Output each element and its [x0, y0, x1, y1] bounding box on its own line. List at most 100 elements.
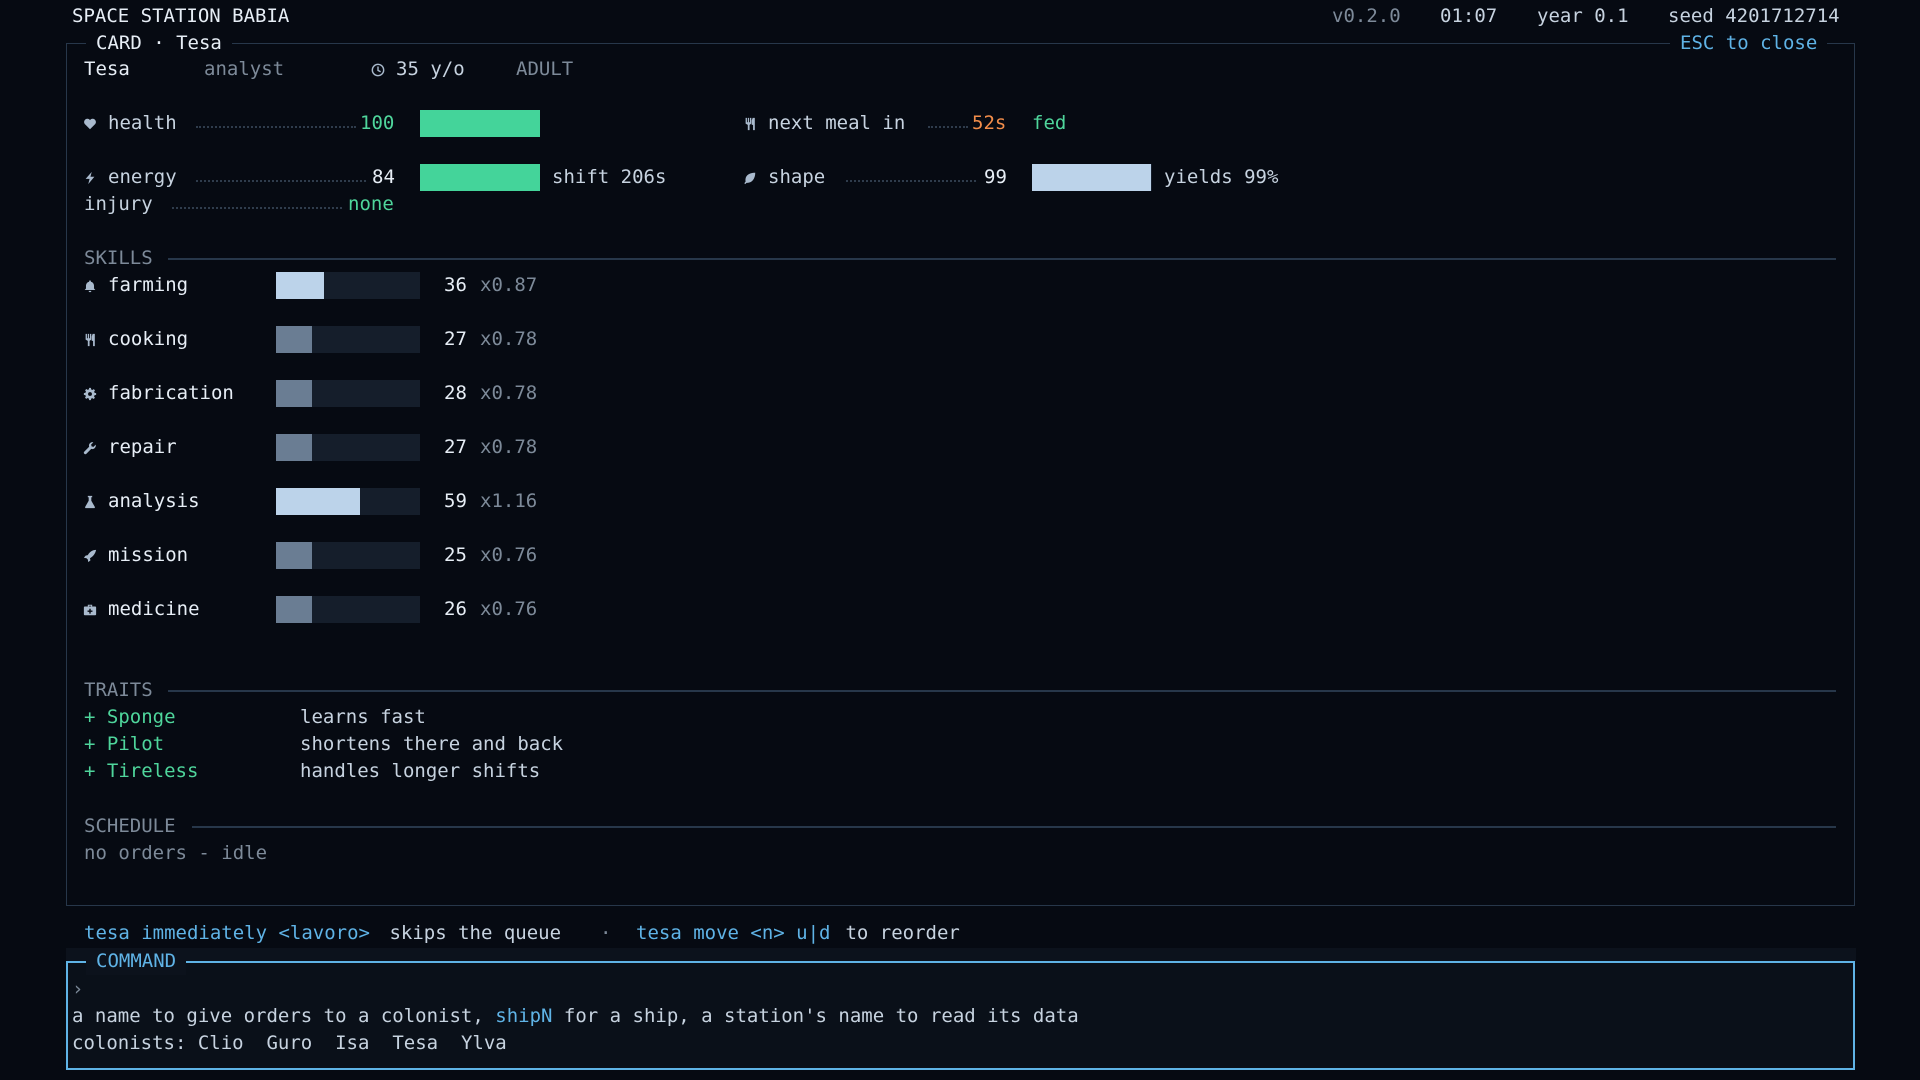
- yields-note: yields 99%: [1164, 166, 1279, 188]
- energy-value: 84: [372, 166, 395, 188]
- skill-value: 27: [444, 436, 467, 458]
- year-label: year 0.1: [1537, 5, 1629, 27]
- command-prompt[interactable]: ›: [72, 976, 83, 1003]
- command-help-post: for a ship, a station's name to read its…: [552, 1005, 1079, 1027]
- command-strip: [66, 948, 1856, 962]
- leaf-icon: [741, 169, 759, 187]
- shift-note: shift 206s: [552, 166, 667, 188]
- colonist-name-guro[interactable]: Guro: [255, 1032, 324, 1054]
- fork-knife-icon: [741, 115, 759, 133]
- close-hint[interactable]: ESC to close: [1670, 30, 1828, 57]
- meal-status: fed: [1032, 112, 1067, 134]
- skill-bar: [276, 488, 420, 515]
- skill-name: medicine: [108, 598, 200, 620]
- skill-value: 27: [444, 328, 467, 350]
- skill-bar: [276, 434, 420, 461]
- command-title: COMMAND: [86, 948, 187, 975]
- health-bar: [420, 110, 540, 137]
- skill-bar: [276, 326, 420, 353]
- app-title: SPACE STATION BABIA: [72, 5, 290, 27]
- shape-label: shape: [768, 166, 826, 188]
- hint-command-immediately: tesa immediately <lavoro>: [84, 922, 370, 944]
- shape-bar: [1032, 164, 1152, 191]
- energy-label: energy: [108, 166, 177, 188]
- skill-multiplier: x0.76: [480, 544, 538, 566]
- rocket-icon: [81, 547, 99, 565]
- clock-label: 01:07: [1440, 5, 1498, 27]
- dot-leader: [846, 180, 976, 182]
- card-title: CARD · Tesa: [86, 30, 232, 57]
- skill-name: repair: [108, 436, 177, 458]
- hint-separator: ·: [600, 922, 612, 944]
- colonist-name-ylva[interactable]: Ylva: [450, 1032, 519, 1054]
- top-bar: SPACE STATION BABIA v0.2.0 01:07 year 0.…: [0, 0, 1920, 33]
- skill-bar-fill: [276, 326, 312, 353]
- clock-icon: [369, 61, 387, 79]
- hint-command-move: tesa move <n> u|d: [636, 922, 831, 944]
- skill-multiplier: x1.16: [480, 490, 538, 512]
- colonist-name-tesa[interactable]: Tesa: [381, 1032, 450, 1054]
- skill-multiplier: x0.78: [480, 328, 538, 350]
- dot-leader: [172, 207, 342, 209]
- energy-bar-fill: [420, 164, 540, 191]
- skill-name: cooking: [108, 328, 189, 350]
- health-bar-fill: [420, 110, 540, 137]
- traits-heading: TRAITS: [84, 679, 153, 701]
- flask-icon: [81, 493, 99, 511]
- meal-value: 52s: [972, 112, 1007, 134]
- skill-name: fabrication: [108, 382, 234, 404]
- skill-multiplier: x0.87: [480, 274, 538, 296]
- skill-multiplier: x0.78: [480, 382, 538, 404]
- skill-value: 28: [444, 382, 467, 404]
- dot-leader: [196, 126, 356, 128]
- skill-bar-fill: [276, 434, 312, 461]
- energy-bar: [420, 164, 540, 191]
- bell-icon: [81, 277, 99, 295]
- skill-name: farming: [108, 274, 189, 296]
- wrench-icon: [81, 439, 99, 457]
- shape-bar-fill: [1032, 164, 1151, 191]
- gear-icon: [81, 385, 99, 403]
- trait-description: learns fast: [300, 706, 426, 728]
- colonists-label: colonists:: [72, 1032, 187, 1054]
- schedule-divider: [192, 826, 1836, 828]
- medkit-icon: [81, 601, 99, 619]
- version-label: v0.2.0: [1332, 5, 1401, 27]
- skill-multiplier: x0.78: [480, 436, 538, 458]
- seed-label: seed 4201712714: [1668, 5, 1840, 27]
- fork-knife-icon: [81, 331, 99, 349]
- command-help: a name to give orders to a colonist, shi…: [72, 1003, 1079, 1030]
- skill-bar-fill: [276, 596, 312, 623]
- colonist-stage: ADULT: [516, 58, 574, 80]
- skill-bar-fill: [276, 272, 324, 299]
- skills-divider: [168, 258, 1836, 260]
- skill-bar-fill: [276, 542, 312, 569]
- command-help-keyword: shipN: [495, 1005, 553, 1027]
- dot-leader: [196, 180, 366, 182]
- colonist-name-clio[interactable]: Clio: [186, 1032, 255, 1054]
- trait-name: + Sponge: [84, 706, 176, 728]
- traits-divider: [168, 690, 1836, 692]
- skill-bar: [276, 380, 420, 407]
- injury-label: injury: [84, 193, 153, 215]
- skill-value: 26: [444, 598, 467, 620]
- heart-icon: [81, 115, 99, 133]
- skill-bar-fill: [276, 488, 360, 515]
- colonist-names: Clio Guro Isa Tesa Ylva: [186, 1032, 518, 1054]
- hint-text-reorder: to reorder: [834, 922, 960, 944]
- skill-value: 36: [444, 274, 467, 296]
- skill-bar: [276, 272, 420, 299]
- trait-description: shortens there and back: [300, 733, 564, 755]
- meal-label: next meal in: [768, 112, 906, 134]
- trait-name: + Tireless: [84, 760, 199, 782]
- shape-value: 99: [984, 166, 1007, 188]
- colonist-name-isa[interactable]: Isa: [324, 1032, 381, 1054]
- hint-text-queue: skips the queue: [378, 922, 562, 944]
- schedule-heading: SCHEDULE: [84, 815, 176, 837]
- skill-multiplier: x0.76: [480, 598, 538, 620]
- trait-description: handles longer shifts: [300, 760, 541, 782]
- trait-name: + Pilot: [84, 733, 165, 755]
- skill-name: analysis: [108, 490, 200, 512]
- colonist-role: analyst: [204, 58, 285, 80]
- skill-bar: [276, 542, 420, 569]
